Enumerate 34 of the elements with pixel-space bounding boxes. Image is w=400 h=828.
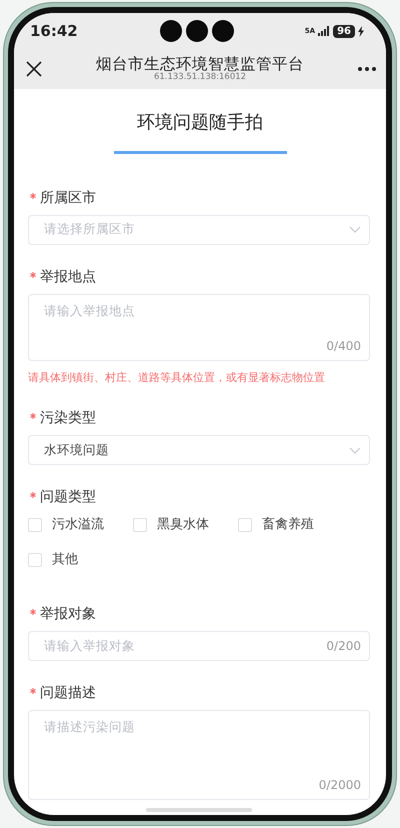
checkbox[interactable] — [133, 518, 147, 532]
checkbox[interactable] — [238, 518, 252, 532]
close-icon[interactable] — [26, 61, 42, 77]
checkbox[interactable] — [28, 518, 42, 532]
field-label: 问题类型 — [40, 488, 96, 507]
chevron-down-icon — [349, 446, 361, 454]
field-label: 污染类型 — [40, 409, 96, 428]
checkbox-label[interactable]: 污水溢流 — [52, 514, 104, 535]
page-header-title: 烟台市生态环境智慧监管平台 — [96, 55, 304, 74]
more-icon[interactable] — [358, 67, 376, 71]
select-field[interactable]: 水环境问题 — [28, 435, 370, 465]
checkbox[interactable] — [28, 552, 42, 566]
battery-level: 96 — [333, 24, 355, 38]
checkbox-label[interactable]: 畜禽养殖 — [262, 514, 314, 535]
camera-icon — [186, 20, 208, 42]
field-label: 举报地点 — [40, 268, 96, 286]
charging-icon — [358, 26, 364, 36]
field-label: 所属区市 — [40, 188, 96, 208]
char-counter: 0/400 — [326, 338, 361, 354]
home-indicator[interactable] — [146, 808, 252, 812]
char-counter: 0/200 — [326, 638, 361, 655]
form-title: 环境问题随手拍 — [136, 111, 264, 135]
checkbox-label[interactable]: 黑臭水体 — [157, 514, 209, 535]
checkbox-label[interactable]: 其他 — [52, 549, 78, 570]
hint-text: 请具体到镇街、村庄、道路等具体位置，或有显著标志物位置 — [28, 370, 326, 386]
url-label: 61.133.51.138:16012 — [152, 73, 248, 83]
field-label: 举报对象 — [40, 605, 96, 624]
camera-icon — [212, 20, 234, 42]
status-time: 16:42 — [30, 20, 79, 42]
chevron-down-icon — [349, 226, 361, 233]
camera-icon — [160, 20, 182, 42]
field-label: 问题描述 — [40, 684, 96, 703]
char-counter: 0/2000 — [318, 777, 361, 794]
signal-icon — [318, 26, 330, 36]
